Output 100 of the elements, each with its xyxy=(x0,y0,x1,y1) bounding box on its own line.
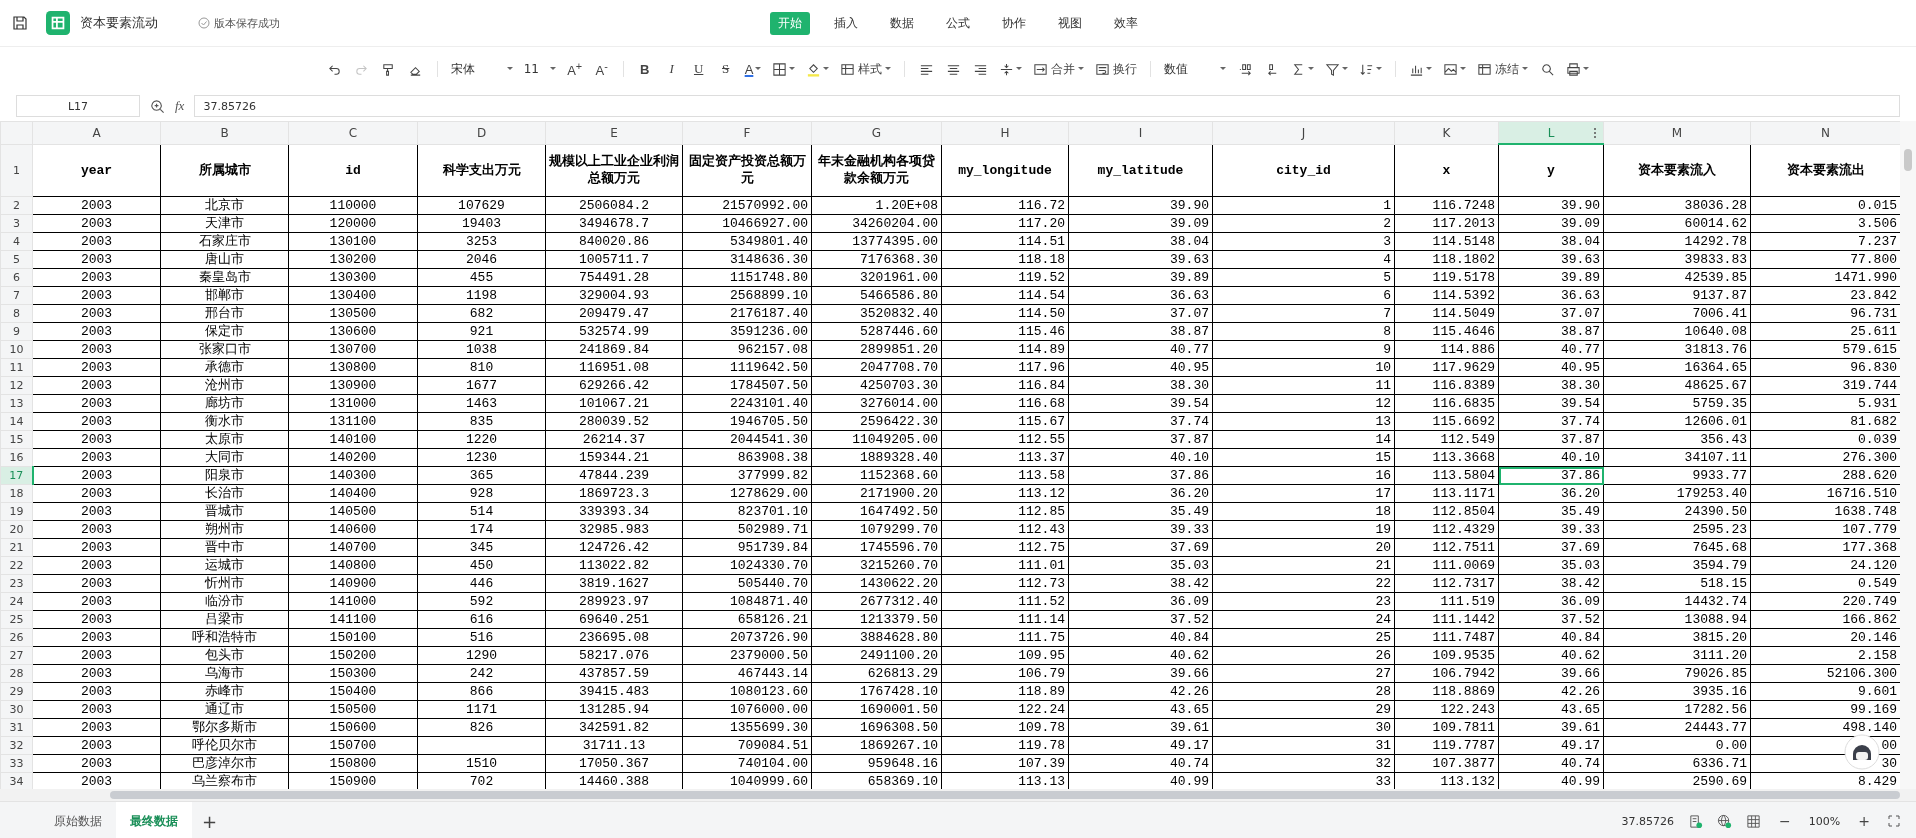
font-dropdown[interactable]: 宋体 xyxy=(446,56,517,82)
globe-icon[interactable] xyxy=(1717,813,1733,829)
table-cell: 130400 xyxy=(288,286,418,305)
cell-name-box[interactable]: L17 xyxy=(16,95,140,117)
column-header[interactable]: C xyxy=(288,121,418,144)
table-cell: 36.63 xyxy=(1498,286,1604,305)
table-cell: 39.63 xyxy=(1068,250,1213,269)
styles-button[interactable]: 样式 xyxy=(836,56,896,82)
row-number[interactable]: 1 xyxy=(0,144,33,197)
document-title[interactable]: 资本要素流动 xyxy=(80,14,158,32)
more-options-icon[interactable] xyxy=(1593,127,1597,139)
table-cell: 42.26 xyxy=(1068,682,1213,701)
table-cell: 2003 xyxy=(32,286,161,305)
font-size-dropdown[interactable]: 11 xyxy=(519,56,560,82)
table-cell: 37.87 xyxy=(1498,430,1604,449)
table-cell: 236695.08 xyxy=(545,628,683,647)
menu-tab[interactable]: 协作 xyxy=(994,11,1034,35)
table-cell: 沧州市 xyxy=(160,376,289,395)
table-cell: 140300 xyxy=(288,466,418,485)
table-cell: 150800 xyxy=(288,754,418,773)
table-cell: 109.78 xyxy=(941,718,1069,737)
column-header[interactable]: M xyxy=(1603,121,1751,144)
menu-tab[interactable]: 效率 xyxy=(1106,11,1146,35)
table-cell: 117.96 xyxy=(941,358,1069,377)
column-header[interactable]: A xyxy=(32,121,161,144)
table-cell: 包头市 xyxy=(160,646,289,665)
merge-button[interactable]: 合并 xyxy=(1029,56,1089,82)
zoom-out-button[interactable]: − xyxy=(1775,813,1795,829)
function-label[interactable]: fx xyxy=(175,98,185,114)
formula-input[interactable]: 37.85726 xyxy=(194,95,1900,117)
menu-tab[interactable]: 视图 xyxy=(1050,11,1090,35)
table-cell: 1869267.10 xyxy=(811,736,942,755)
table-cell: 37.69 xyxy=(1068,538,1213,557)
column-header[interactable]: J xyxy=(1212,121,1395,144)
menu-tab[interactable]: 数据 xyxy=(882,11,922,35)
zoom-level[interactable]: 100% xyxy=(1808,814,1841,828)
freeze-button[interactable]: 冻结 xyxy=(1473,56,1533,82)
horizontal-scrollbar[interactable] xyxy=(0,789,1916,801)
text-style-button[interactable]: U xyxy=(686,56,711,82)
table-cell: 289923.97 xyxy=(545,592,683,611)
column-header[interactable]: G xyxy=(811,121,942,144)
table-cell: 39.09 xyxy=(1498,214,1604,233)
table-cell: 49.17 xyxy=(1498,736,1604,755)
table-cell: 1119642.50 xyxy=(682,358,812,377)
column-header[interactable]: B xyxy=(160,121,289,144)
table-cell: 150100 xyxy=(288,628,418,647)
document-check-icon[interactable] xyxy=(1688,813,1704,829)
text-style-button[interactable]: S xyxy=(713,56,738,82)
table-cell: 118.1802 xyxy=(1394,250,1499,269)
table-cell: 754491.28 xyxy=(545,268,683,287)
table-cell: 2003 xyxy=(32,664,161,683)
add-sheet-button[interactable]: + xyxy=(192,802,228,838)
column-header[interactable]: D xyxy=(417,121,546,144)
table-cell: 37.52 xyxy=(1068,610,1213,629)
column-header[interactable]: F xyxy=(682,121,812,144)
table-cell: 629266.42 xyxy=(545,376,683,395)
table-cell: 437857.59 xyxy=(545,664,683,683)
table-cell: 150200 xyxy=(288,646,418,665)
header-cell: 资本要素流入 xyxy=(1603,144,1751,197)
table-cell: 13088.94 xyxy=(1603,610,1751,629)
table-cell: 2073726.90 xyxy=(682,628,812,647)
save-icon[interactable] xyxy=(12,15,28,31)
zoom-in-button[interactable]: + xyxy=(1854,813,1874,829)
table-cell: 赤峰市 xyxy=(160,682,289,701)
font-size-step-button[interactable]: A$^{+}$ xyxy=(562,56,587,82)
table-cell: 116951.08 xyxy=(545,358,683,377)
zoom-in-icon[interactable] xyxy=(150,98,165,114)
table-cell: 130600 xyxy=(288,322,418,341)
sheet-tab[interactable]: 最终数据 xyxy=(116,802,192,838)
assistant-button[interactable] xyxy=(1844,734,1880,770)
text-style-button[interactable]: I xyxy=(659,56,684,82)
table-cell: 3815.20 xyxy=(1603,628,1751,647)
column-header[interactable]: E xyxy=(545,121,683,144)
table-cell: 2003 xyxy=(32,574,161,593)
table-cell: 11 xyxy=(1212,376,1395,395)
vertical-scrollbar[interactable] xyxy=(1900,121,1916,789)
column-header[interactable]: K xyxy=(1394,121,1499,144)
menu-tab[interactable]: 插入 xyxy=(826,11,866,35)
table-cell: 1220 xyxy=(417,430,546,449)
table-cell: 晋中市 xyxy=(160,538,289,557)
table-cell: 40.95 xyxy=(1498,358,1604,377)
column-header[interactable]: H xyxy=(941,121,1069,144)
text-style-button[interactable]: B xyxy=(632,56,657,82)
font-color-button[interactable]: A xyxy=(740,56,766,82)
sheet-tab[interactable]: 原始数据 xyxy=(40,802,116,838)
column-header[interactable]: N xyxy=(1750,121,1900,144)
header-cell: 年末金融机构各项贷款余额万元 xyxy=(811,144,942,197)
table-cell: 48625.67 xyxy=(1603,376,1751,395)
column-header[interactable]: I xyxy=(1068,121,1213,144)
table-cell: 1355699.30 xyxy=(682,718,812,737)
menu-tab[interactable]: 公式 xyxy=(938,11,978,35)
font-size-step-button[interactable]: A$^{-}$ xyxy=(589,56,614,82)
table-cell: 823701.10 xyxy=(682,502,812,521)
grid-view-icon[interactable] xyxy=(1746,813,1762,829)
number-format-dropdown[interactable]: 数值 xyxy=(1160,56,1231,82)
table-cell: 北京市 xyxy=(160,196,289,215)
wrap-button[interactable]: 换行 xyxy=(1091,56,1142,82)
table-cell: 114.89 xyxy=(941,340,1069,359)
table-cell: 174 xyxy=(417,520,546,539)
fullscreen-icon[interactable] xyxy=(1888,815,1900,827)
